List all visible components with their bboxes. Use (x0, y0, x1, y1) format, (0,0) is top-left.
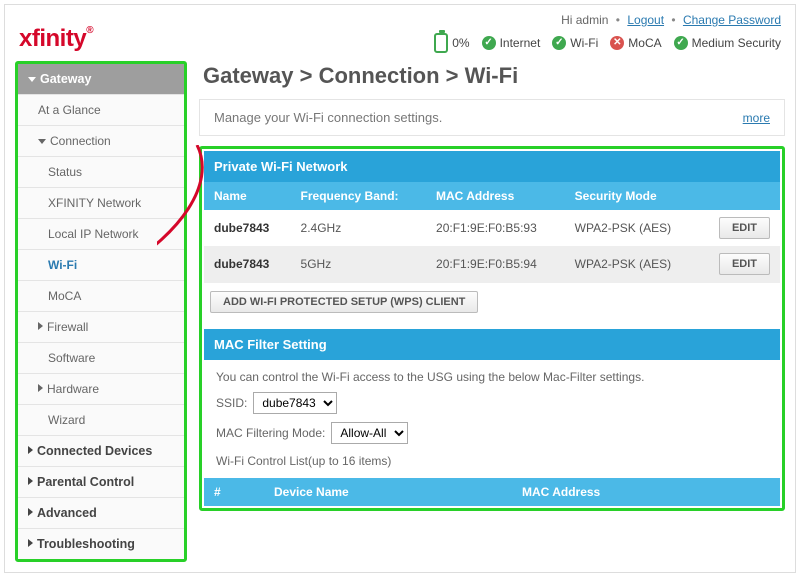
sidebar-item-troubleshooting[interactable]: Troubleshooting (18, 529, 184, 559)
mode-label: MAC Filtering Mode: (216, 426, 325, 440)
sidebar-item-xfinity-network[interactable]: XFINITY Network (18, 188, 184, 219)
chevron-down-icon (28, 77, 36, 82)
col-name: Name (204, 182, 291, 210)
x-icon: ✕ (610, 36, 624, 50)
sidebar-item-firewall[interactable]: Firewall (18, 312, 184, 343)
check-icon: ✓ (674, 36, 688, 50)
edit-button[interactable]: EDIT (719, 253, 770, 275)
status-security: ✓Medium Security (674, 36, 781, 50)
ssid-label: SSID: (216, 396, 247, 410)
chevron-right-icon (38, 322, 43, 330)
sidebar-item-advanced[interactable]: Advanced (18, 498, 184, 529)
top-right: Hi admin • Logout • Change Password 0% ✓… (434, 13, 781, 53)
sidebar-item-at-a-glance[interactable]: At a Glance (18, 95, 184, 126)
sidebar-item-wizard[interactable]: Wizard (18, 405, 184, 436)
battery-icon (434, 33, 448, 53)
section-private-wifi: Private Wi-Fi Network (204, 151, 780, 182)
sidebar: Gateway At a Glance Connection Status XF… (15, 61, 187, 562)
chevron-right-icon (28, 477, 33, 485)
col-band: Frequency Band: (291, 182, 427, 210)
col-device-name: Device Name (274, 485, 522, 499)
chevron-right-icon (28, 539, 33, 547)
sidebar-item-parental-control[interactable]: Parental Control (18, 467, 184, 498)
check-icon: ✓ (482, 36, 496, 50)
status-internet: ✓Internet (482, 36, 541, 50)
chevron-right-icon (38, 384, 43, 392)
check-icon: ✓ (552, 36, 566, 50)
container: Gateway At a Glance Connection Status XF… (15, 61, 785, 562)
status-moca: ✕MoCA (610, 36, 661, 50)
sidebar-item-moca[interactable]: MoCA (18, 281, 184, 312)
content-box: Private Wi-Fi Network Name Frequency Ban… (199, 146, 785, 511)
mac-filter-body: You can control the Wi-Fi access to the … (204, 360, 780, 478)
status-wifi: ✓Wi-Fi (552, 36, 598, 50)
sidebar-item-connection[interactable]: Connection (18, 126, 184, 157)
control-list-caption: Wi-Fi Control List(up to 16 items) (216, 454, 768, 468)
wifi-networks-table: Name Frequency Band: MAC Address Securit… (204, 182, 780, 321)
breadcrumb: Gateway > Connection > Wi-Fi (203, 63, 785, 89)
intro-text: Manage your Wi-Fi connection settings. (214, 110, 442, 125)
table-row: dube7843 5GHz 20:F1:9E:F0:B5:94 WPA2-PSK… (204, 246, 780, 283)
status-line: 0% ✓Internet ✓Wi-Fi ✕MoCA ✓Medium Securi… (434, 33, 781, 53)
chevron-right-icon (28, 446, 33, 454)
section-mac-filter: MAC Filter Setting (204, 329, 780, 360)
app-frame: xfinity® Hi admin • Logout • Change Pass… (4, 4, 796, 573)
top-bar: xfinity® Hi admin • Logout • Change Pass… (15, 11, 785, 61)
col-index: # (214, 485, 274, 499)
mac-filter-intro: You can control the Wi-Fi access to the … (216, 370, 768, 384)
control-list-header: # Device Name MAC Address (204, 478, 780, 506)
battery-status: 0% (434, 33, 469, 53)
chevron-down-icon (38, 139, 46, 144)
sidebar-item-wifi[interactable]: Wi-Fi (18, 250, 184, 281)
wps-row: ADD WI-FI PROTECTED SETUP (WPS) CLIENT (204, 283, 780, 322)
main-area: Gateway > Connection > Wi-Fi Manage your… (199, 61, 785, 562)
sidebar-item-gateway[interactable]: Gateway (18, 64, 184, 95)
sidebar-item-local-ip[interactable]: Local IP Network (18, 219, 184, 250)
sidebar-item-status[interactable]: Status (18, 157, 184, 188)
sidebar-item-software[interactable]: Software (18, 343, 184, 374)
sidebar-item-hardware[interactable]: Hardware (18, 374, 184, 405)
intro-panel: Manage your Wi-Fi connection settings. m… (199, 99, 785, 136)
greeting: Hi admin (561, 13, 608, 27)
add-wps-button[interactable]: ADD WI-FI PROTECTED SETUP (WPS) CLIENT (210, 291, 478, 313)
col-mac: MAC Address (426, 182, 565, 210)
change-password-link[interactable]: Change Password (683, 13, 781, 27)
chevron-right-icon (28, 508, 33, 516)
sidebar-item-connected-devices[interactable]: Connected Devices (18, 436, 184, 467)
table-row: dube7843 2.4GHz 20:F1:9E:F0:B5:93 WPA2-P… (204, 210, 780, 246)
col-mac-address: MAC Address (522, 485, 770, 499)
edit-button[interactable]: EDIT (719, 217, 770, 239)
col-security: Security Mode (565, 182, 699, 210)
ssid-select[interactable]: dube7843 (253, 392, 337, 414)
brand-logo: xfinity® (19, 25, 93, 53)
more-link[interactable]: more (743, 111, 770, 125)
mac-mode-select[interactable]: Allow-All (331, 422, 408, 444)
logout-link[interactable]: Logout (627, 13, 664, 27)
